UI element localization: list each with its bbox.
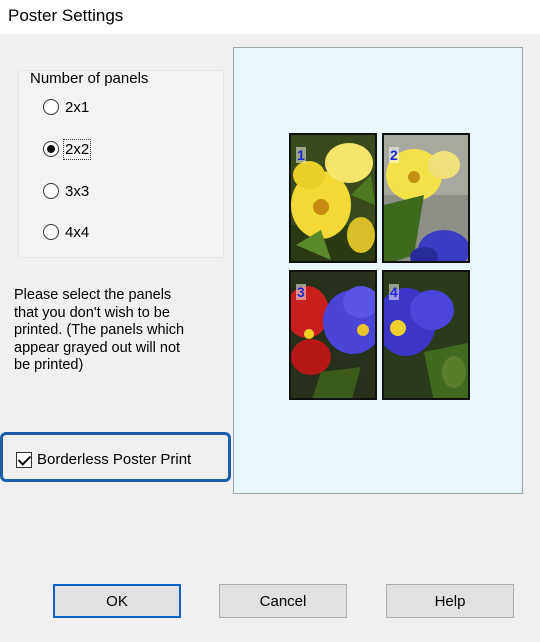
checkbox-checked-icon[interactable] bbox=[16, 451, 32, 468]
ok-button[interactable]: OK bbox=[53, 584, 181, 618]
help-button[interactable]: Help bbox=[386, 584, 514, 618]
radio-label: 3x3 bbox=[65, 182, 90, 200]
radio-label: 4x4 bbox=[65, 223, 90, 241]
poster-settings-dialog: Poster Settings Number of panels 2x1 2x2… bbox=[0, 0, 540, 642]
radio-label: 2x1 bbox=[65, 98, 90, 116]
radio-button-icon[interactable] bbox=[43, 99, 59, 115]
panel-number: 1 bbox=[296, 147, 306, 163]
panel-number: 3 bbox=[296, 284, 306, 300]
radio-button-selected-icon[interactable] bbox=[43, 141, 59, 157]
radio-button-icon[interactable] bbox=[43, 183, 59, 199]
panel-number: 2 bbox=[389, 147, 399, 163]
title-bar: Poster Settings bbox=[0, 0, 540, 34]
radio-button-icon[interactable] bbox=[43, 224, 59, 240]
window-title: Poster Settings bbox=[8, 6, 124, 25]
radio-4x4[interactable]: 4x4 bbox=[43, 220, 89, 244]
preview-panel-4[interactable]: 4 bbox=[382, 270, 470, 400]
borderless-poster-print-checkbox[interactable]: Borderless Poster Print bbox=[16, 451, 191, 468]
radio-3x3[interactable]: 3x3 bbox=[43, 179, 89, 203]
preview-panel-1[interactable]: 1 bbox=[289, 133, 377, 263]
poster-preview: 1 2 3 4 bbox=[233, 47, 523, 494]
preview-panel-3[interactable]: 3 bbox=[289, 270, 377, 400]
radio-2x2[interactable]: 2x2 bbox=[43, 137, 92, 161]
preview-panel-2[interactable]: 2 bbox=[382, 133, 470, 263]
checkbox-label: Borderless Poster Print bbox=[37, 451, 192, 468]
number-of-panels-group: Number of panels 2x1 2x2 3x3 4x4 bbox=[18, 70, 224, 258]
instructions-text: Please select the panels that you don't … bbox=[14, 287, 185, 373]
radio-label: 2x2 bbox=[62, 138, 92, 160]
panel-number: 4 bbox=[389, 284, 399, 300]
group-label: Number of panels bbox=[30, 70, 149, 87]
radio-2x1[interactable]: 2x1 bbox=[43, 95, 89, 119]
cancel-button[interactable]: Cancel bbox=[219, 584, 347, 618]
